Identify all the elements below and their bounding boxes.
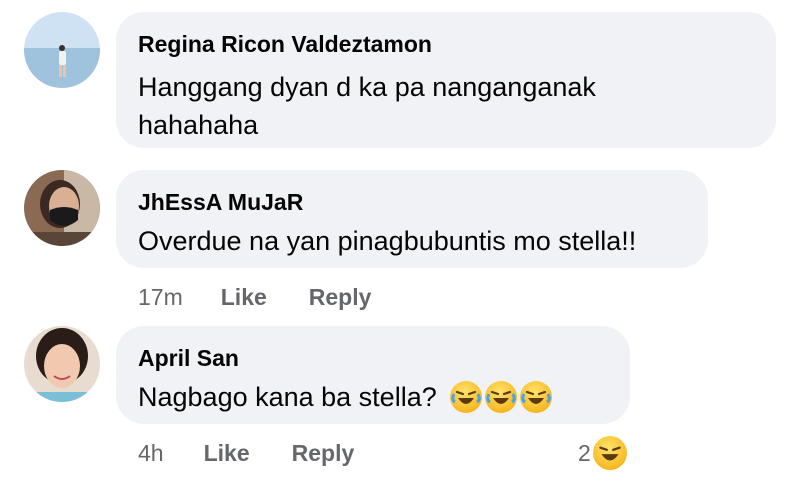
avatar[interactable] bbox=[24, 170, 100, 246]
comment-author[interactable]: JhEssA MuJaR bbox=[138, 188, 684, 216]
avatar[interactable] bbox=[24, 326, 100, 402]
emoji-group bbox=[447, 381, 552, 413]
comment-bubble: JhEssA MuJaR Overdue na yan pinagbubunti… bbox=[116, 170, 708, 268]
laughing-face-icon bbox=[519, 381, 552, 413]
comment-timestamp[interactable]: 17m bbox=[138, 284, 183, 311]
laughing-face-icon bbox=[449, 381, 482, 413]
comment-timestamp[interactable]: 4h bbox=[138, 440, 164, 467]
like-button[interactable]: Like bbox=[204, 440, 250, 467]
like-button[interactable]: Like bbox=[221, 284, 267, 311]
comment-text-line: Hanggang dyan d ka pa nanganganak bbox=[138, 72, 596, 102]
comment-author[interactable]: Regina Ricon Valdeztamon bbox=[138, 30, 752, 58]
comment-actions: 17m Like Reply bbox=[138, 284, 371, 311]
reply-button[interactable]: Reply bbox=[309, 284, 372, 311]
avatar[interactable] bbox=[24, 12, 100, 88]
comment-text-line: hahahaha bbox=[138, 110, 259, 140]
comment-actions: 4h Like Reply bbox=[138, 440, 354, 467]
comment-text: Nagbago kana ba stella? bbox=[138, 378, 606, 416]
comment-text-body: Nagbago kana ba stella? bbox=[138, 382, 437, 412]
reaction-summary[interactable]: 2 bbox=[578, 436, 627, 470]
reply-button[interactable]: Reply bbox=[292, 440, 355, 467]
reaction-count: 2 bbox=[578, 439, 591, 466]
comment-text: Hanggang dyan d ka pa nanganganak hahaha… bbox=[138, 68, 752, 144]
comment-bubble: Regina Ricon Valdeztamon Hanggang dyan d… bbox=[116, 12, 776, 148]
comment-author[interactable]: April San bbox=[138, 344, 606, 372]
comment-bubble: April San Nagbago kana ba stella? bbox=[116, 326, 630, 424]
laughing-face-icon bbox=[484, 381, 517, 413]
laughing-face-icon bbox=[592, 436, 627, 470]
comment-text: Overdue na yan pinagbubuntis mo stella!! bbox=[138, 226, 637, 256]
